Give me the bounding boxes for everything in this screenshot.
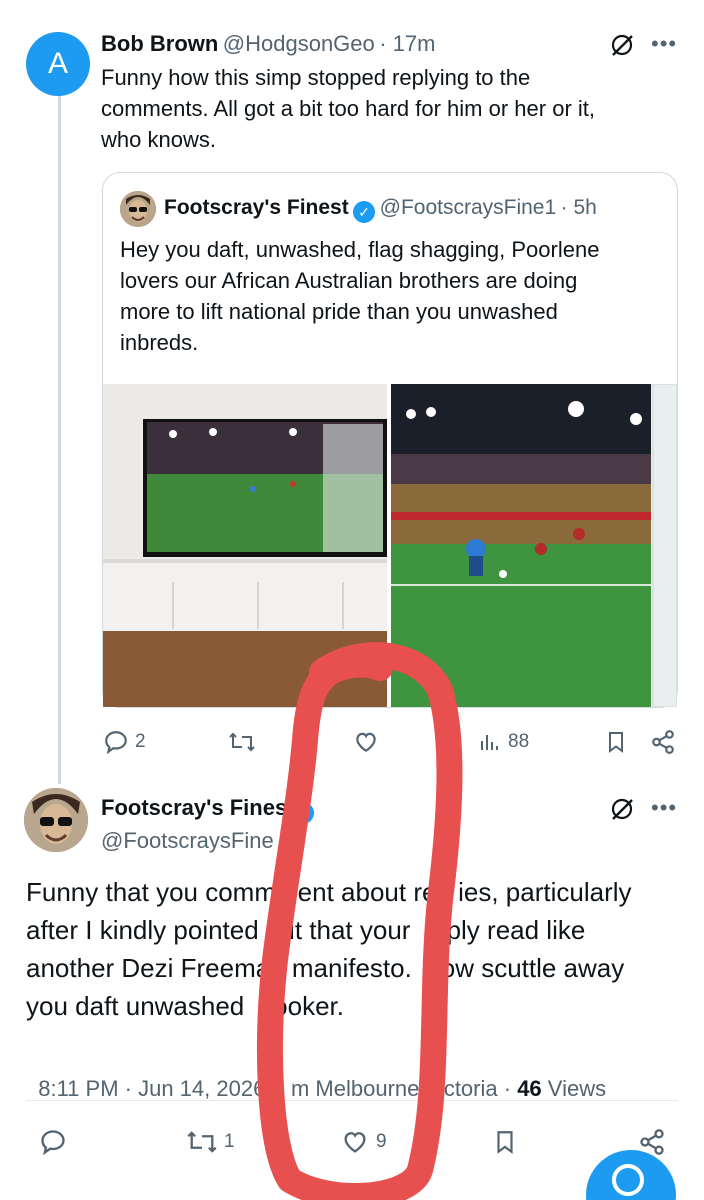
- reply-text-line: who knows.: [101, 127, 216, 152]
- main-author-handle[interactable]: @FootscraysFine: [101, 828, 274, 854]
- retweet-count: 1: [224, 1131, 235, 1152]
- views-label: Views: [547, 1076, 607, 1101]
- heart-icon: [356, 732, 376, 752]
- avatar-letter: A: [47, 47, 68, 80]
- thread-line: [58, 94, 61, 784]
- reply-text: Funny how this simp stopped replying to …: [101, 62, 595, 155]
- main-bookmark-button[interactable]: [492, 1128, 518, 1156]
- main-reply-button[interactable]: [38, 1128, 68, 1156]
- share-icon: [652, 730, 674, 754]
- quoted-tweet-time: · 5h: [560, 196, 597, 219]
- main-text-line: another Dezi Freema manifesto. ow scuttl…: [26, 953, 625, 983]
- tweet-location: m Melbourne, ctoria ·: [278, 1076, 512, 1101]
- bookmark-icon: [609, 732, 623, 753]
- compose-button[interactable]: [586, 1150, 676, 1200]
- tweet-meta: 8:11 PM · Jun 14, 2026 · m Melbourne, ct…: [26, 1050, 606, 1102]
- reply-button[interactable]: 2: [103, 729, 146, 755]
- retweet-icon: [187, 1131, 217, 1153]
- reply-icon: [105, 731, 127, 755]
- quoted-author-handle[interactable]: @FootscraysFine1: [380, 196, 557, 219]
- stadium-photo[interactable]: [391, 384, 677, 707]
- main-retweet-button[interactable]: 1: [186, 1128, 235, 1156]
- author-name[interactable]: Bob Brown: [101, 31, 218, 56]
- analytics-icon: [481, 735, 498, 750]
- more-options-icon[interactable]: •••: [651, 31, 677, 57]
- quoted-author-name[interactable]: Footscray's Finest: [164, 196, 349, 219]
- like-button[interactable]: [353, 729, 379, 755]
- bookmark-icon: [497, 1131, 513, 1154]
- verified-badge-icon: ✓: [291, 802, 314, 824]
- retweet-icon: [229, 732, 255, 752]
- divider: [26, 1100, 678, 1101]
- grok-icon[interactable]: [609, 796, 635, 827]
- quoted-header: Footscray's Finest ✓ @FootscraysFine1 · …: [164, 196, 597, 223]
- like-count: 9: [376, 1131, 387, 1152]
- main-author-name[interactable]: Footscray's Fines: [101, 795, 287, 820]
- reply-text-line: Funny how this simp stopped replying to …: [101, 65, 531, 90]
- more-options-icon[interactable]: •••: [651, 795, 677, 821]
- retweet-button[interactable]: [228, 729, 256, 755]
- share-button[interactable]: [650, 729, 676, 755]
- views-total: 46: [517, 1076, 542, 1101]
- bookmark-button[interactable]: [604, 729, 628, 755]
- main-text-line: Funny that you comm ent about re ies, pa…: [26, 877, 632, 907]
- tweet-time: · 17m: [379, 31, 436, 56]
- compose-icon: [612, 1164, 644, 1196]
- reply-count: 2: [135, 731, 146, 752]
- main-like-button[interactable]: 9: [340, 1128, 387, 1156]
- verified-badge-icon: ✓: [353, 201, 376, 223]
- avatar[interactable]: A: [26, 32, 90, 96]
- main-avatar[interactable]: [24, 788, 88, 852]
- quoted-text: Hey you daft, unwashed, flag shagging, P…: [120, 234, 599, 358]
- views-button[interactable]: 88: [478, 729, 529, 755]
- grok-icon[interactable]: [609, 32, 635, 63]
- reply-header: Bob Brown @HodgsonGeo · 17m: [101, 31, 435, 57]
- main-header: Footscray's Fines ✓: [101, 795, 314, 824]
- quoted-text-line: inbreds.: [120, 330, 199, 355]
- author-handle[interactable]: @HodgsonGeo: [223, 31, 375, 56]
- tv-photo[interactable]: [103, 384, 387, 707]
- main-text-line: after I kindly pointed ut that your eply…: [26, 915, 586, 945]
- heart-icon: [344, 1132, 366, 1153]
- main-text: Funny that you comm ent about re ies, pa…: [26, 873, 676, 1025]
- quoted-text-line: lovers our African Australian brothers a…: [120, 268, 578, 293]
- tweet-timestamp[interactable]: 8:11 PM · Jun 14, 2026 ·: [38, 1076, 279, 1101]
- views-count: 88: [508, 731, 530, 752]
- quoted-text-line: Hey you daft, unwashed, flag shagging, P…: [120, 237, 600, 262]
- quoted-text-line: more to lift national pride than you unw…: [120, 299, 558, 324]
- reply-text-line: comments. All got a bit too hard for him…: [101, 96, 595, 121]
- main-text-line: you daft unwashed ooker.: [26, 991, 344, 1021]
- reply-icon: [41, 1130, 65, 1156]
- quoted-avatar[interactable]: [120, 191, 156, 227]
